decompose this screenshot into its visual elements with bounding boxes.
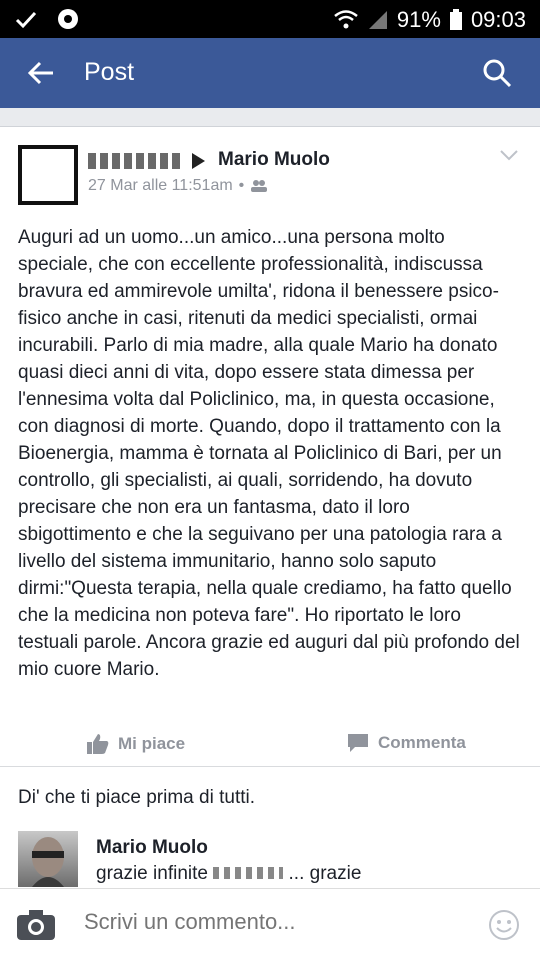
comment-button[interactable]: Commenta bbox=[346, 732, 466, 754]
post-actions: Mi piace Commenta bbox=[0, 723, 540, 765]
post-body: Auguri ad un uomo...un amico...una perso… bbox=[18, 227, 520, 680]
chevron-down-icon[interactable] bbox=[500, 149, 518, 161]
like-button[interactable]: Mi piace bbox=[86, 732, 185, 756]
friends-audience-icon bbox=[251, 180, 268, 192]
comment-input[interactable] bbox=[84, 909, 464, 935]
post-meta: 27 Mar alle 11:51am • bbox=[88, 177, 268, 195]
comment-label: Commenta bbox=[378, 733, 466, 752]
battery-icon bbox=[449, 9, 462, 30]
post-author[interactable]: Mario Muolo bbox=[218, 149, 330, 171]
comments-section: Di' che ti piace prima di tutti. Mario M… bbox=[0, 766, 540, 888]
app-bar: Post bbox=[0, 38, 540, 108]
post-card: Mario Muolo 27 Mar alle 11:51am • Auguri… bbox=[0, 126, 540, 766]
shared-to-arrow-icon bbox=[192, 153, 205, 169]
poster-avatar[interactable] bbox=[18, 145, 78, 205]
signal-icon bbox=[368, 11, 387, 29]
comment-composer bbox=[0, 888, 540, 960]
comment-text-prefix: grazie infinite bbox=[96, 863, 208, 884]
commenter-name[interactable]: Mario Muolo bbox=[96, 837, 208, 859]
camera-icon[interactable] bbox=[16, 909, 56, 941]
status-bar: 91% 09:03 bbox=[0, 0, 540, 38]
meta-separator: • bbox=[238, 177, 245, 194]
comment-text: grazie infinite ... grazie bbox=[96, 863, 361, 885]
check-icon bbox=[15, 11, 37, 29]
commenter-avatar[interactable] bbox=[18, 831, 78, 887]
post-timestamp[interactable]: 27 Mar alle 11:51am bbox=[88, 177, 233, 195]
comment-bubble-icon bbox=[348, 734, 368, 752]
search-icon[interactable] bbox=[482, 58, 512, 88]
battery-percent: 91% bbox=[396, 7, 441, 32]
clock: 09:03 bbox=[470, 7, 526, 32]
redacted-text bbox=[213, 867, 284, 879]
wifi-icon bbox=[334, 10, 358, 29]
emoji-icon[interactable] bbox=[488, 909, 520, 941]
person-photo-icon bbox=[32, 837, 64, 887]
chrome-icon bbox=[58, 9, 78, 29]
comment-text-suffix: ... grazie bbox=[288, 863, 362, 884]
redacted-name bbox=[88, 153, 184, 169]
thumbs-up-icon bbox=[87, 734, 109, 754]
back-arrow-icon[interactable] bbox=[26, 58, 56, 88]
page-title: Post bbox=[84, 58, 135, 86]
first-like-prompt: Di' che ti piace prima di tutti. bbox=[18, 787, 255, 808]
like-label: Mi piace bbox=[118, 734, 186, 753]
